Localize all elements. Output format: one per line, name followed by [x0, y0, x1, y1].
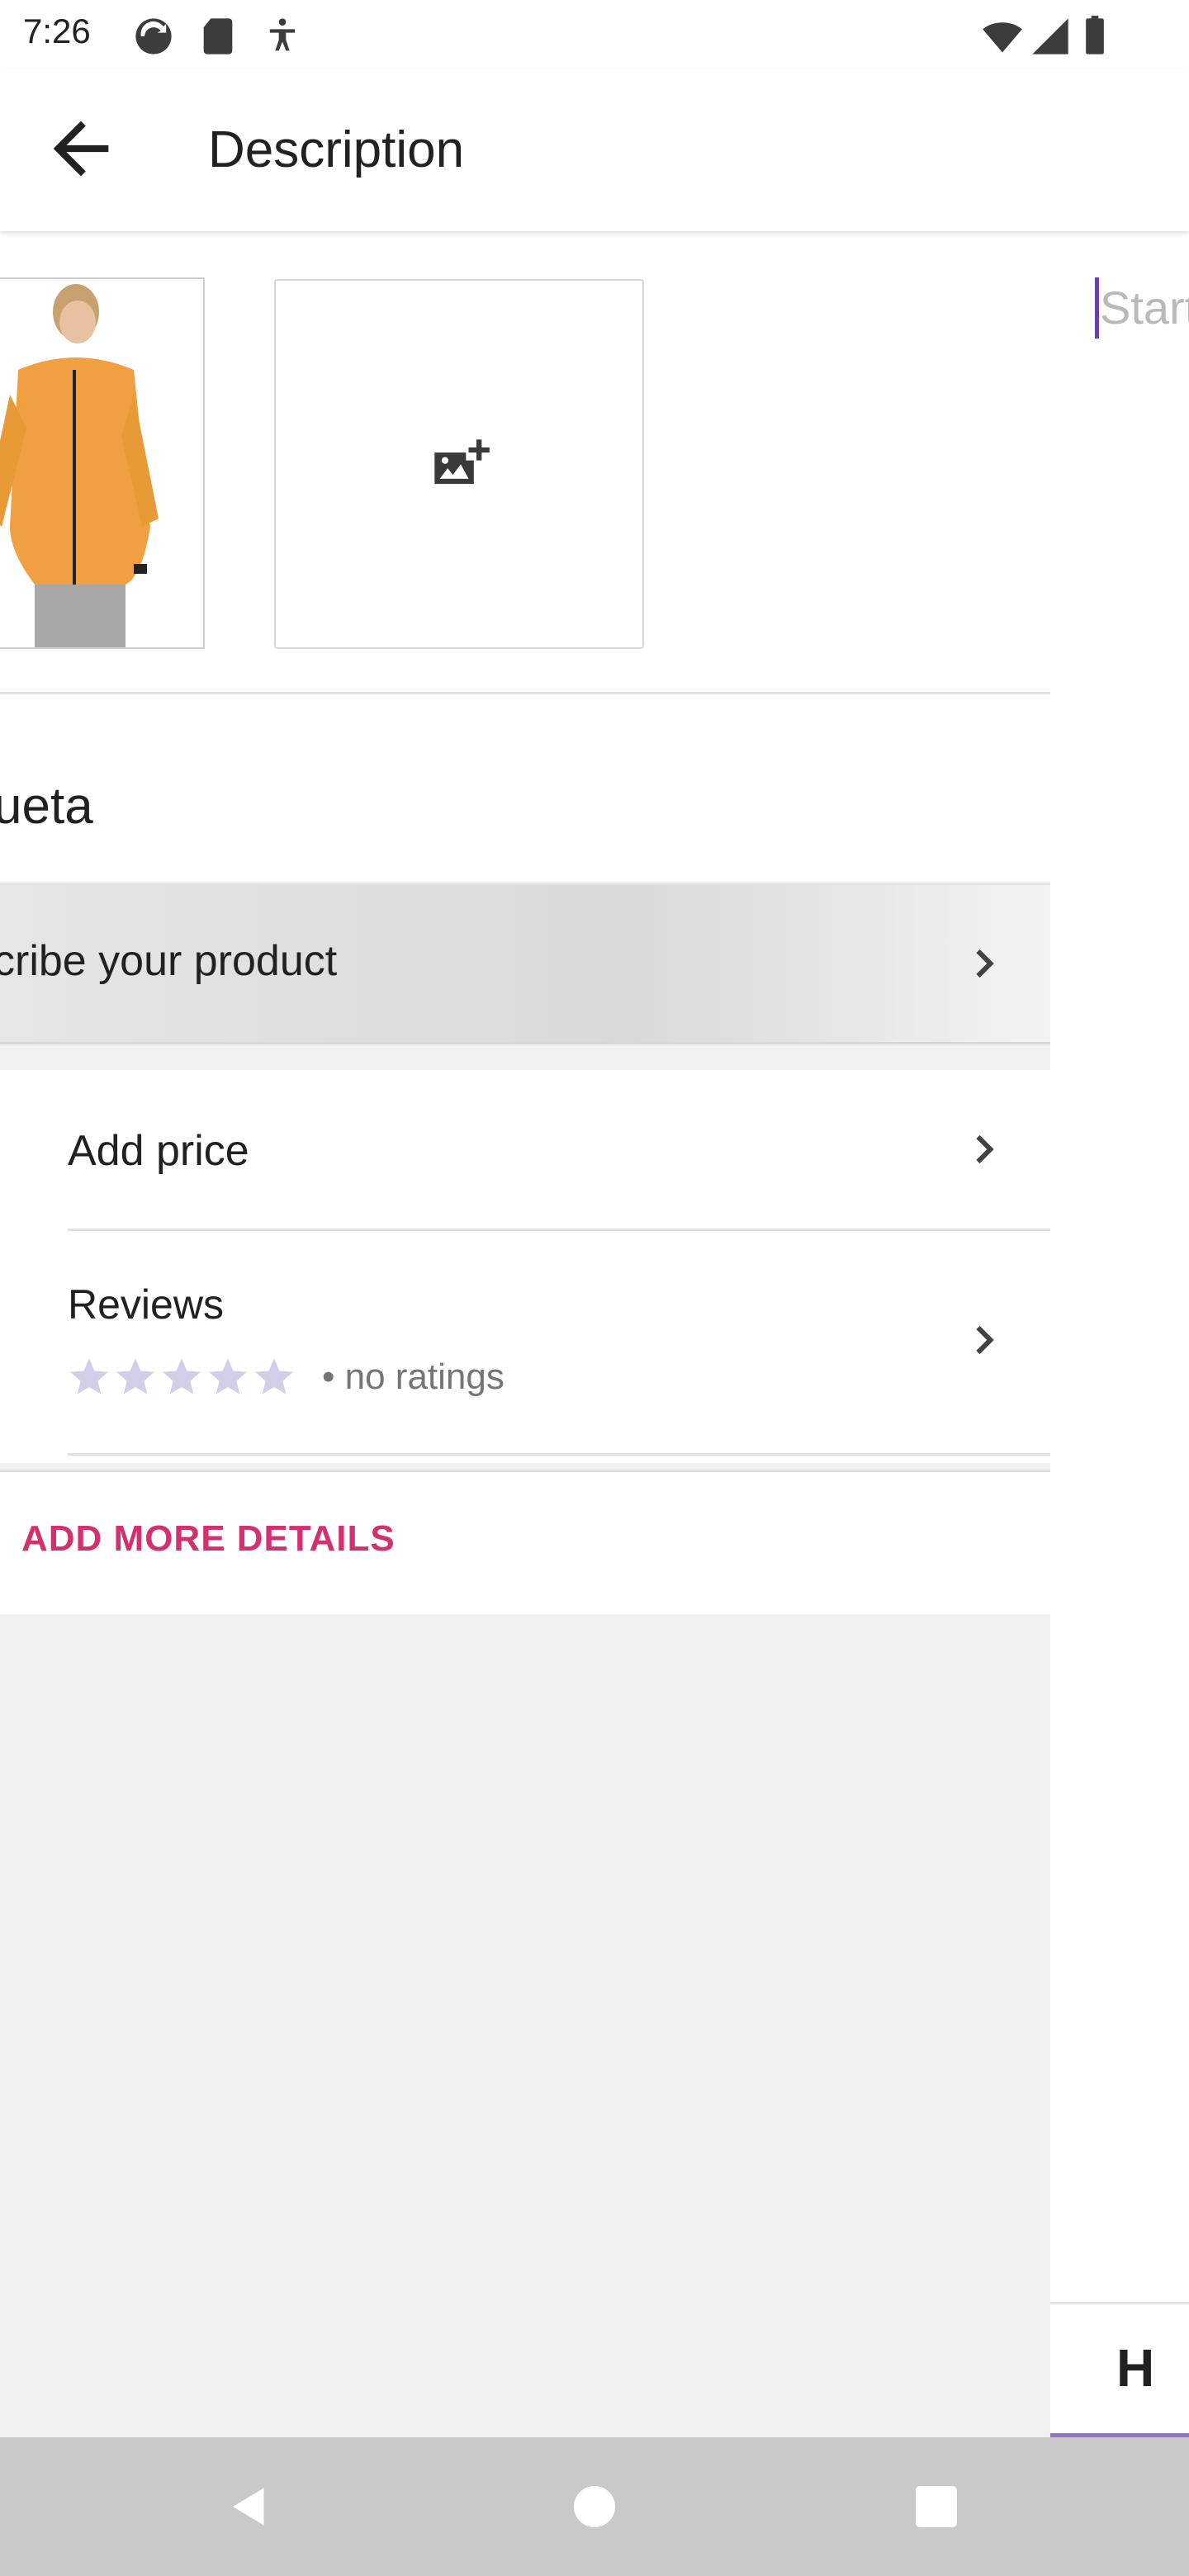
add-more-details-button[interactable]: ADD MORE DETAILS: [21, 1518, 396, 1560]
ratings-count: • no ratings: [322, 1357, 504, 1397]
product-photo: [0, 279, 203, 647]
star-icon: [70, 1358, 108, 1395]
status-time: 7:26: [23, 12, 91, 50]
signal-icon: [1032, 18, 1068, 54]
description-editor: Start H: [1050, 231, 1189, 2437]
describe-product-label: cribe your product: [0, 937, 338, 985]
describe-product-row[interactable]: cribe your product: [0, 885, 1050, 1044]
add-price-label: Add price: [68, 1127, 249, 1175]
divider: [68, 1453, 1050, 1456]
sd-card-icon: [203, 18, 233, 54]
star-icon: [209, 1358, 247, 1395]
add-photo-icon: [434, 439, 490, 485]
format-toolbar: H: [1050, 2302, 1189, 2437]
nav-recents-icon[interactable]: [912, 2482, 961, 2531]
add-photo-button[interactable]: [274, 279, 644, 649]
rating-stars: [68, 1355, 296, 1401]
arrow-back-icon[interactable]: [40, 107, 122, 190]
accessibility-icon: [269, 18, 296, 51]
star-icon: [163, 1358, 201, 1395]
description-input[interactable]: Start: [1100, 281, 1189, 334]
sync-icon: [135, 18, 172, 54]
nav-home-icon[interactable]: [570, 2482, 619, 2531]
details-card: Add price Reviews • no ratings: [0, 1070, 1050, 1463]
product-name: ueta: [0, 778, 93, 835]
page-title: Description: [208, 121, 465, 178]
star-icon: [255, 1358, 293, 1395]
app-bar: Description: [0, 69, 1189, 231]
image-strip: [0, 231, 1050, 694]
add-more-details-row: ADD MORE DETAILS: [0, 1470, 1050, 1614]
reviews-row[interactable]: Reviews • no ratings: [0, 1231, 1050, 1454]
chevron-right-icon: [976, 949, 994, 978]
add-price-row[interactable]: Add price: [0, 1070, 1050, 1229]
status-bar: 7:26: [0, 0, 1189, 69]
star-icon: [116, 1358, 154, 1395]
nav-back-icon[interactable]: [225, 2482, 274, 2531]
wifi-icon: [983, 22, 1022, 53]
reviews-title: Reviews: [68, 1281, 224, 1328]
heading-format-button[interactable]: H: [1116, 2337, 1154, 2398]
product-thumbnail[interactable]: [0, 277, 205, 649]
chevron-right-icon: [976, 1134, 994, 1164]
battery-icon: [1086, 16, 1104, 54]
chevron-right-icon: [976, 1325, 994, 1355]
text-cursor: [1095, 277, 1099, 339]
system-nav-bar: [0, 2437, 1189, 2576]
product-page-panel: ueta cribe your product Add price Review…: [0, 231, 1050, 2437]
product-name-row[interactable]: ueta: [0, 694, 1050, 885]
